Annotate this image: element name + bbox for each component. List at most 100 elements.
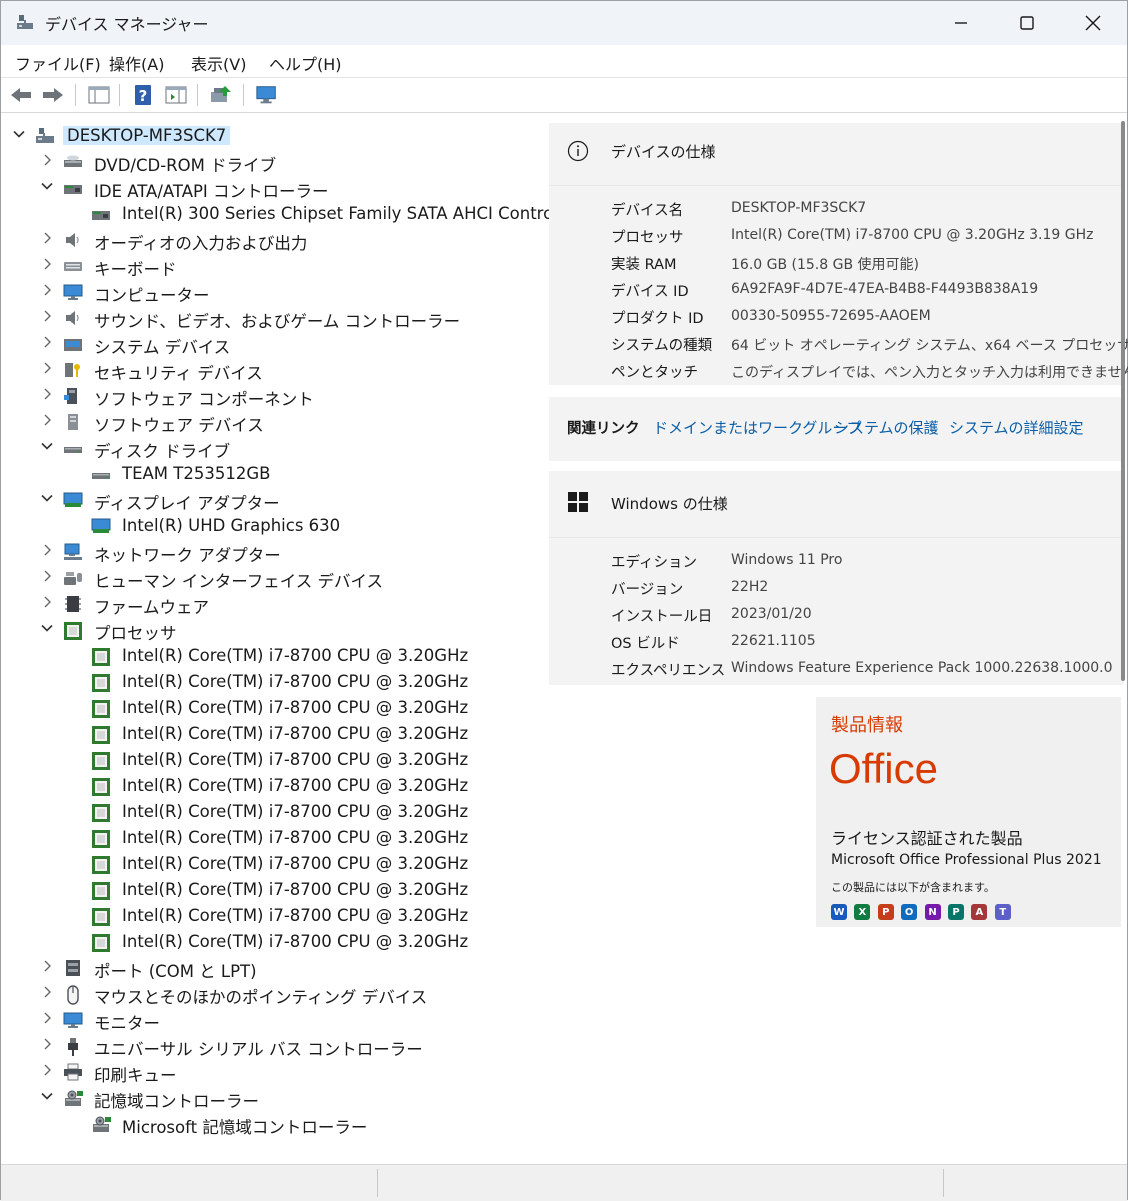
- menu-action[interactable]: 操作(A): [109, 51, 164, 75]
- spec-value-product-id: 00330-50955-72695-AAOEM: [731, 308, 931, 324]
- tree-device[interactable]: Intel(R) Core(TM) i7-8700 CPU @ 3.20GHz: [1, 695, 546, 721]
- tree-device[interactable]: TEAM T253512GB: [1, 461, 546, 487]
- tree-category[interactable]: ヒューマン インターフェイス デバイス: [1, 565, 546, 591]
- menu-view[interactable]: 表示(V): [191, 51, 246, 75]
- tree-category[interactable]: システム デバイス: [1, 331, 546, 357]
- maximize-icon: [1020, 16, 1034, 30]
- menu-file[interactable]: ファイル(F): [15, 51, 101, 75]
- tree-device[interactable]: Intel(R) Core(TM) i7-8700 CPU @ 3.20GHz: [1, 851, 546, 877]
- tree-root-node[interactable]: DESKTOP-MF3SCK7: [1, 123, 546, 149]
- minimize-button[interactable]: [929, 1, 993, 45]
- chevron-right-icon[interactable]: [39, 569, 55, 587]
- chevron-right-icon[interactable]: [39, 1011, 55, 1029]
- tree-category[interactable]: ソフトウェア コンポーネント: [1, 383, 546, 409]
- tree-device[interactable]: Intel(R) Core(TM) i7-8700 CPU @ 3.20GHz: [1, 773, 546, 799]
- chevron-right-icon[interactable]: [39, 1037, 55, 1055]
- spec-value-processor: Intel(R) Core(TM) i7-8700 CPU @ 3.20GHz …: [731, 227, 1094, 243]
- tree-device[interactable]: Intel(R) Core(TM) i7-8700 CPU @ 3.20GHz: [1, 929, 546, 955]
- spec-label-processor: プロセッサ: [611, 230, 684, 246]
- disk-drive-icon: [91, 465, 111, 483]
- close-button[interactable]: [1061, 1, 1125, 45]
- tree-device[interactable]: Microsoft 記憶域コントローラー: [1, 1111, 546, 1137]
- tree-category[interactable]: IDE ATA/ATAPI コントローラー: [1, 175, 546, 201]
- update-driver-button[interactable]: [209, 83, 233, 107]
- chevron-right-icon[interactable]: [39, 335, 55, 353]
- chevron-right-icon[interactable]: [39, 257, 55, 275]
- tree-device[interactable]: Intel(R) Core(TM) i7-8700 CPU @ 3.20GHz: [1, 825, 546, 851]
- menu-bar: ファイル(F) 操作(A) 表示(V) ヘルプ(H): [1, 45, 1127, 78]
- windows-spec-panel: Windows の仕様 エディション Windows 11 Pro バージョン …: [549, 471, 1124, 685]
- tree-device[interactable]: Intel(R) Core(TM) i7-8700 CPU @ 3.20GHz: [1, 643, 546, 669]
- chevron-down-icon[interactable]: [39, 179, 55, 197]
- domain-workgroup-link[interactable]: ドメインまたはワークグループ: [653, 417, 862, 438]
- vertical-scrollbar[interactable]: [1121, 121, 1125, 681]
- tree-device[interactable]: Intel(R) 300 Series Chipset Family SATA …: [1, 201, 579, 227]
- processor-icon: [91, 777, 111, 796]
- speaker-icon: [63, 231, 83, 249]
- tree-device[interactable]: Intel(R) Core(TM) i7-8700 CPU @ 3.20GHz: [1, 877, 546, 903]
- chevron-right-icon[interactable]: [39, 985, 55, 1003]
- tree-device[interactable]: Intel(R) Core(TM) i7-8700 CPU @ 3.20GHz: [1, 747, 546, 773]
- tree-category[interactable]: 印刷キュー: [1, 1059, 546, 1085]
- licensed-product-label: ライセンス認証された製品: [831, 829, 1023, 848]
- tree-device[interactable]: Intel(R) UHD Graphics 630: [1, 513, 546, 539]
- tree-category[interactable]: DVD/CD-ROM ドライブ: [1, 149, 546, 175]
- action-pane-button[interactable]: [164, 83, 188, 107]
- tree-device[interactable]: Intel(R) Core(TM) i7-8700 CPU @ 3.20GHz: [1, 799, 546, 825]
- forward-button[interactable]: [41, 83, 65, 107]
- disk-drive-icon: [63, 439, 83, 457]
- tree-category[interactable]: キーボード: [1, 253, 546, 279]
- tree-category[interactable]: 記憶域コントローラー: [1, 1085, 546, 1111]
- chevron-down-icon[interactable]: [39, 439, 55, 457]
- tree-category[interactable]: マウスとそのほかのポインティング デバイス: [1, 981, 546, 1007]
- tree-category[interactable]: ネットワーク アダプター: [1, 539, 546, 565]
- chevron-right-icon[interactable]: [39, 283, 55, 301]
- chevron-right-icon[interactable]: [39, 543, 55, 561]
- toolbar: ?: [1, 78, 1127, 113]
- tree-node-label: ディスク ドライブ: [94, 442, 231, 461]
- chevron-right-icon[interactable]: [39, 413, 55, 431]
- tree-category[interactable]: プロセッサ: [1, 617, 546, 643]
- tree-node-label: モニター: [94, 1014, 160, 1033]
- scan-hardware-button[interactable]: [255, 83, 279, 107]
- chevron-right-icon[interactable]: [39, 387, 55, 405]
- chevron-right-icon[interactable]: [39, 1063, 55, 1081]
- tree-device[interactable]: Intel(R) Core(TM) i7-8700 CPU @ 3.20GHz: [1, 721, 546, 747]
- includes-label: この製品には以下が含まれます。: [831, 881, 995, 894]
- chevron-down-icon[interactable]: [39, 491, 55, 509]
- chevron-down-icon[interactable]: [39, 621, 55, 639]
- processor-icon: [91, 699, 111, 718]
- chevron-down-icon[interactable]: [11, 127, 27, 145]
- chevron-down-icon[interactable]: [39, 1089, 55, 1107]
- chevron-right-icon[interactable]: [39, 231, 55, 249]
- maximize-button[interactable]: [995, 1, 1059, 45]
- chevron-right-icon[interactable]: [39, 309, 55, 327]
- tree-node-label: Intel(R) Core(TM) i7-8700 CPU @ 3.20GHz: [122, 672, 469, 691]
- spec-value-ram: 16.0 GB (15.8 GB 使用可能): [731, 257, 919, 273]
- tree-category[interactable]: オーディオの入力および出力: [1, 227, 546, 253]
- tree-device[interactable]: Intel(R) Core(TM) i7-8700 CPU @ 3.20GHz: [1, 903, 546, 929]
- advanced-system-settings-link[interactable]: システムの詳細設定: [949, 417, 1084, 438]
- tree-category[interactable]: ポート (COM と LPT): [1, 955, 546, 981]
- tree-device[interactable]: Intel(R) Core(TM) i7-8700 CPU @ 3.20GHz: [1, 669, 546, 695]
- tree-category[interactable]: ソフトウェア デバイス: [1, 409, 546, 435]
- tree-category[interactable]: セキュリティ デバイス: [1, 357, 546, 383]
- tree-category[interactable]: ディスプレイ アダプター: [1, 487, 546, 513]
- help-button[interactable]: ?: [131, 83, 155, 107]
- menu-help[interactable]: ヘルプ(H): [269, 51, 342, 75]
- chevron-right-icon[interactable]: [39, 959, 55, 977]
- chevron-right-icon[interactable]: [39, 595, 55, 613]
- back-button[interactable]: [9, 83, 33, 107]
- tree-category[interactable]: ディスク ドライブ: [1, 435, 546, 461]
- chevron-right-icon[interactable]: [39, 153, 55, 171]
- system-folder-icon: [63, 335, 83, 353]
- tree-category[interactable]: ファームウェア: [1, 591, 546, 617]
- system-protection-link[interactable]: システムの保護: [834, 417, 939, 438]
- tree-category[interactable]: モニター: [1, 1007, 546, 1033]
- tree-category[interactable]: サウンド、ビデオ、およびゲーム コントローラー: [1, 305, 546, 331]
- tree-node-label: TEAM T253512GB: [122, 464, 271, 483]
- show-hide-console-tree-button[interactable]: [87, 83, 111, 107]
- chevron-right-icon[interactable]: [39, 361, 55, 379]
- tree-category[interactable]: コンピューター: [1, 279, 546, 305]
- tree-category[interactable]: ユニバーサル シリアル バス コントローラー: [1, 1033, 546, 1059]
